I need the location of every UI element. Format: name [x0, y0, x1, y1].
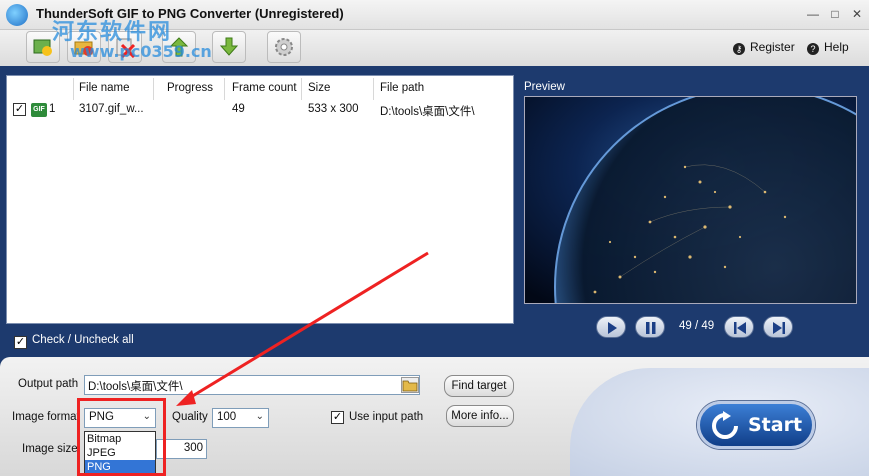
refresh-icon	[712, 411, 738, 439]
column-separator	[301, 78, 302, 100]
find-target-button[interactable]: Find target	[444, 375, 514, 397]
image-format-label: Image format	[12, 411, 80, 423]
quality-select[interactable]: 100 ⌄	[212, 408, 269, 428]
app-icon	[6, 4, 28, 26]
register-label: Register	[750, 40, 795, 54]
folder-icon	[402, 380, 418, 392]
settings-icon	[275, 38, 293, 56]
quality-value: 100	[217, 411, 237, 423]
skip-back-icon	[734, 322, 746, 334]
row-checkbox[interactable]: ✓	[13, 103, 26, 116]
file-list[interactable]: File name Progress Frame count Size File…	[6, 75, 514, 324]
more-info-button[interactable]: More info...	[446, 405, 514, 427]
column-header-file-name[interactable]: File name	[79, 82, 130, 94]
play-icon	[608, 322, 617, 334]
use-input-path-label: Use input path	[349, 411, 424, 423]
pause-icon	[646, 322, 656, 334]
minimize-button[interactable]: —	[804, 6, 822, 22]
help-link[interactable]: ? Help	[807, 40, 849, 55]
start-label: Start	[748, 414, 803, 436]
row-size: 533 x 300	[308, 103, 359, 115]
highlight-box	[77, 398, 166, 476]
column-separator	[153, 78, 154, 100]
column-separator	[373, 78, 374, 100]
download-icon	[219, 37, 239, 56]
output-path-label: Output path	[18, 378, 79, 390]
check-all-toggle[interactable]: ✓ Check / Uncheck all	[14, 334, 134, 349]
maximize-button[interactable]: □	[826, 6, 844, 22]
preview-image	[524, 96, 857, 304]
download-button[interactable]	[212, 31, 246, 63]
frame-counter: 49 / 49	[679, 320, 715, 332]
output-path-input[interactable]: D:\tools\桌面\文件\	[84, 375, 420, 395]
previous-frame-button[interactable]	[724, 316, 754, 338]
row-file-name: 3107.gif_w...	[79, 103, 144, 115]
table-row[interactable]: ✓ GIF 1 3107.gif_w... 49 533 x 300 D:\to…	[7, 100, 513, 120]
close-button[interactable]: ✕	[848, 6, 866, 22]
start-button[interactable]: Start	[697, 401, 815, 449]
row-frame-count: 49	[232, 103, 245, 115]
add-image-icon	[33, 39, 52, 56]
column-separator	[224, 78, 225, 100]
check-all-label: Check / Uncheck all	[32, 334, 134, 346]
column-header-size[interactable]: Size	[308, 82, 330, 94]
row-file-path: D:\tools\桌面\文件\	[380, 106, 475, 118]
next-frame-button[interactable]	[763, 316, 793, 338]
play-button[interactable]	[596, 316, 626, 338]
column-header-file-path[interactable]: File path	[380, 82, 424, 94]
column-header-progress[interactable]: Progress	[167, 82, 213, 94]
column-header-frame-count[interactable]: Frame count	[232, 82, 297, 94]
quality-label: Quality	[172, 411, 208, 423]
watermark-url: www.pc0359.cn	[70, 42, 212, 61]
browse-folder-button[interactable]	[401, 377, 419, 393]
help-label: Help	[824, 40, 849, 54]
chevron-down-icon: ⌄	[255, 411, 264, 422]
settings-button[interactable]	[267, 31, 301, 63]
check-all-checkbox[interactable]: ✓	[14, 336, 27, 349]
register-link[interactable]: ⚷ Register	[733, 40, 795, 55]
key-icon: ⚷	[733, 43, 745, 55]
pause-button[interactable]	[635, 316, 665, 338]
help-icon: ?	[807, 43, 819, 55]
preview-label: Preview	[524, 81, 565, 93]
row-index: 1	[49, 103, 56, 115]
column-separator	[73, 78, 74, 100]
use-input-path-checkbox[interactable]: ✓	[331, 411, 344, 424]
gif-file-icon: GIF	[31, 103, 47, 117]
image-size-label: Image size	[22, 443, 78, 455]
skip-forward-icon	[773, 322, 785, 334]
